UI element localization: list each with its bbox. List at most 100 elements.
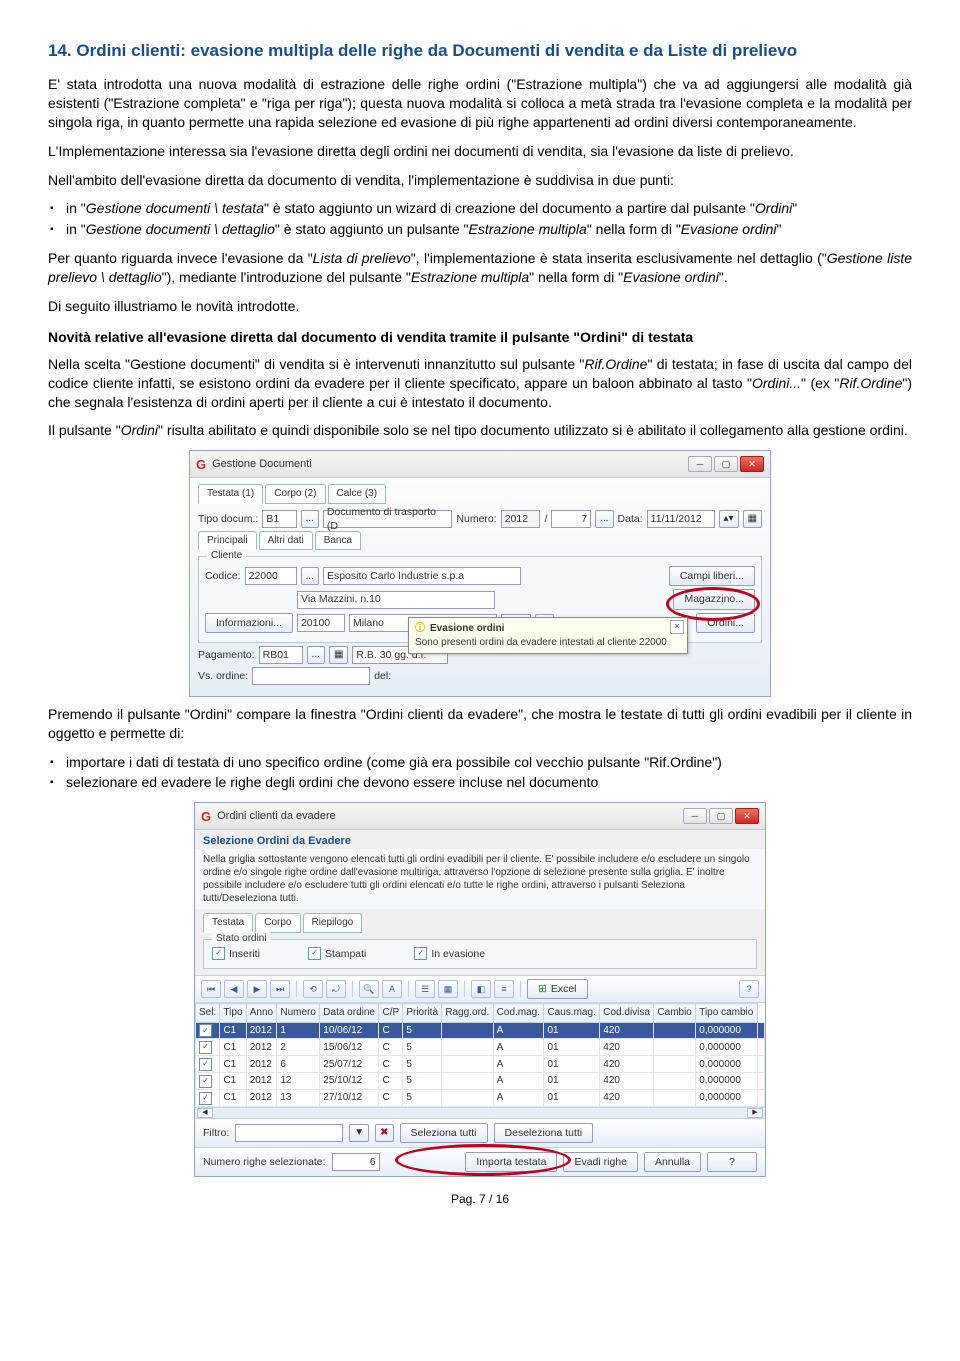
tooltip-close-icon[interactable]: × [670,620,684,634]
evadi-righe-button[interactable]: Evadi righe [563,1152,638,1172]
close-button[interactable]: ✕ [740,456,764,472]
tool-icon[interactable]: ≡ [494,980,514,998]
lookup-button[interactable]: ... [307,646,325,664]
nav-first-icon[interactable]: ⏮ [201,980,221,998]
tool-icon[interactable]: ☰ [415,980,435,998]
para-rifordine: Nella scelta "Gestione documenti" di ven… [48,355,912,412]
subtab-principali[interactable]: Principali [198,531,257,551]
scrollbar[interactable]: ◀▶ [195,1107,765,1118]
stato-ordini-legend: Stato ordini [212,932,271,946]
subtab-altridati[interactable]: Altri dati [259,531,313,551]
subtab-banca[interactable]: Banca [315,531,361,551]
calendar-icon[interactable]: ▦ [743,510,762,528]
tab-corpo[interactable]: Corpo [255,913,300,933]
chk-stampati[interactable]: ✓ [308,947,321,960]
informazioni-button[interactable]: Informazioni... [205,613,293,633]
titlebar[interactable]: G Gestione Documenti ─ ▢ ✕ [190,451,770,478]
bullet-4: selezionare ed evadere le righe degli or… [66,773,912,792]
numero-label: Numero: [456,512,496,526]
tooltip-title: Evasione ordini [430,622,504,636]
lookup-button[interactable]: ... [301,510,319,528]
subheading-1: Novità relative all'evasione diretta dal… [48,328,912,347]
excel-button[interactable]: ⊞Excel [527,979,588,999]
para-lista: Per quanto riguarda invece l'evasione da… [48,249,912,287]
data-field[interactable]: 11/11/2012 [647,510,715,528]
tipodocum-field[interactable]: B1 [262,510,296,528]
info-icon: ⓘ [415,622,425,636]
tab-riepilogo[interactable]: Riepilogo [303,913,363,933]
importa-testata-button[interactable]: Importa testata [465,1152,557,1172]
tool-icon[interactable]: ◧ [471,980,491,998]
find-icon[interactable]: A [382,980,402,998]
filter-apply-icon[interactable]: ▼ [349,1124,369,1142]
magazzino-button[interactable]: Magazzino... [673,589,755,609]
tool-icon[interactable]: ▦ [438,980,458,998]
pagamento-field[interactable]: RB01 [259,646,303,664]
nrighe-value: 6 [332,1153,380,1171]
filter-clear-icon[interactable]: ✖ [375,1124,393,1142]
help-icon[interactable]: ? [739,980,759,998]
orders-grid[interactable]: Sel.TipoAnnoNumeroData ordineC/PPriorità… [195,1003,765,1107]
nav-next-icon[interactable]: ▶ [247,980,267,998]
tab-corpo[interactable]: Corpo (2) [265,484,325,504]
chk-evasione[interactable]: ✓ [414,947,427,960]
vsordine-label: Vs. ordine: [198,669,248,683]
window-title: Ordini clienti da evadere [217,809,683,824]
tab-testata[interactable]: Testata (1) [198,484,263,504]
subtitle: Selezione Ordini da Evadere [195,830,765,849]
tipodocum-desc: Documento di trasporto (D [323,510,453,528]
intro-text: Nella griglia sottostante vengono elenca… [195,849,765,909]
bullet-list-1: in "Gestione documenti \ testata" è stat… [48,199,912,239]
seleziona-tutti-button[interactable]: Seleziona tutti [400,1123,488,1143]
help-button[interactable]: ? [707,1152,757,1172]
vsordine-field[interactable] [252,667,370,685]
window-gestione-documenti: G Gestione Documenti ─ ▢ ✕ Testata (1) C… [189,450,771,697]
maximize-button[interactable]: ▢ [714,456,738,472]
pagamento-label: Pagamento: [198,648,255,662]
bullet-list-2: importare i dati di testata di uno speci… [48,753,912,793]
tabs-main: Testata (1) Corpo (2) Calce (3) [198,484,762,504]
maximize-button[interactable]: ▢ [709,808,733,824]
date-stepper[interactable]: ▴▾ [719,510,739,528]
codice-field[interactable]: 22000 [245,567,297,585]
search-icon[interactable]: 🔍 [359,980,379,998]
bullet-3: importare i dati di testata di uno speci… [66,753,912,772]
minimize-button[interactable]: ─ [683,808,707,824]
nrighe-label: Numero righe selezionate: [203,1155,326,1169]
numero-field[interactable]: 7 [551,510,591,528]
para-scope: L'Implementazione interessa sia l'evasio… [48,142,912,161]
para-novita: Di seguito illustriamo le novità introdo… [48,297,912,316]
numero-sep: / [544,512,547,526]
chk-inseriti[interactable]: ✓ [212,947,225,960]
lookup-button[interactable]: ... [595,510,613,528]
tab-calce[interactable]: Calce (3) [328,484,387,504]
tab-testata[interactable]: Testata [203,913,253,933]
minimize-button[interactable]: ─ [688,456,712,472]
para-abilitato: Il pulsante "Ordini" risulta abilitato e… [48,421,912,440]
tool-icon[interactable]: ⟲ [303,980,323,998]
cliente-legend: Cliente [207,549,246,563]
deseleziona-tutti-button[interactable]: Deseleziona tutti [494,1123,594,1143]
numero-year[interactable]: 2012 [501,510,541,528]
addr-field[interactable]: Via Mazzini, n.10 [297,591,495,609]
cap-field[interactable]: 20100 [297,614,345,632]
excel-icon: ⊞ [538,982,547,996]
nav-last-icon[interactable]: ⏭ [270,980,290,998]
nav-prev-icon[interactable]: ◀ [224,980,244,998]
annulla-button[interactable]: Annulla [644,1152,701,1172]
para-intro: E' stata introdotta una nuova modalità d… [48,75,912,132]
lookup-button[interactable]: ... [301,567,319,585]
tipodocum-label: Tipo docum.: [198,512,258,526]
tool-icon[interactable]: ⤾ [326,980,346,998]
calendar-icon[interactable]: ▦ [329,646,348,664]
close-button[interactable]: ✕ [735,808,759,824]
ordini-button[interactable]: Ordini... [696,613,755,633]
window-ordini-evadere: G Ordini clienti da evadere ─ ▢ ✕ Selezi… [194,802,766,1177]
campi-liberi-button[interactable]: Campi liberi... [669,566,755,586]
titlebar[interactable]: G Ordini clienti da evadere ─ ▢ ✕ [195,803,765,830]
filtro-field[interactable] [235,1124,343,1142]
app-icon: G [201,808,211,826]
data-label: Data: [618,512,643,526]
bullet-2: in "Gestione documenti \ dettaglio" è st… [66,220,912,239]
para-premendo: Premendo il pulsante "Ordini" compare la… [48,705,912,743]
